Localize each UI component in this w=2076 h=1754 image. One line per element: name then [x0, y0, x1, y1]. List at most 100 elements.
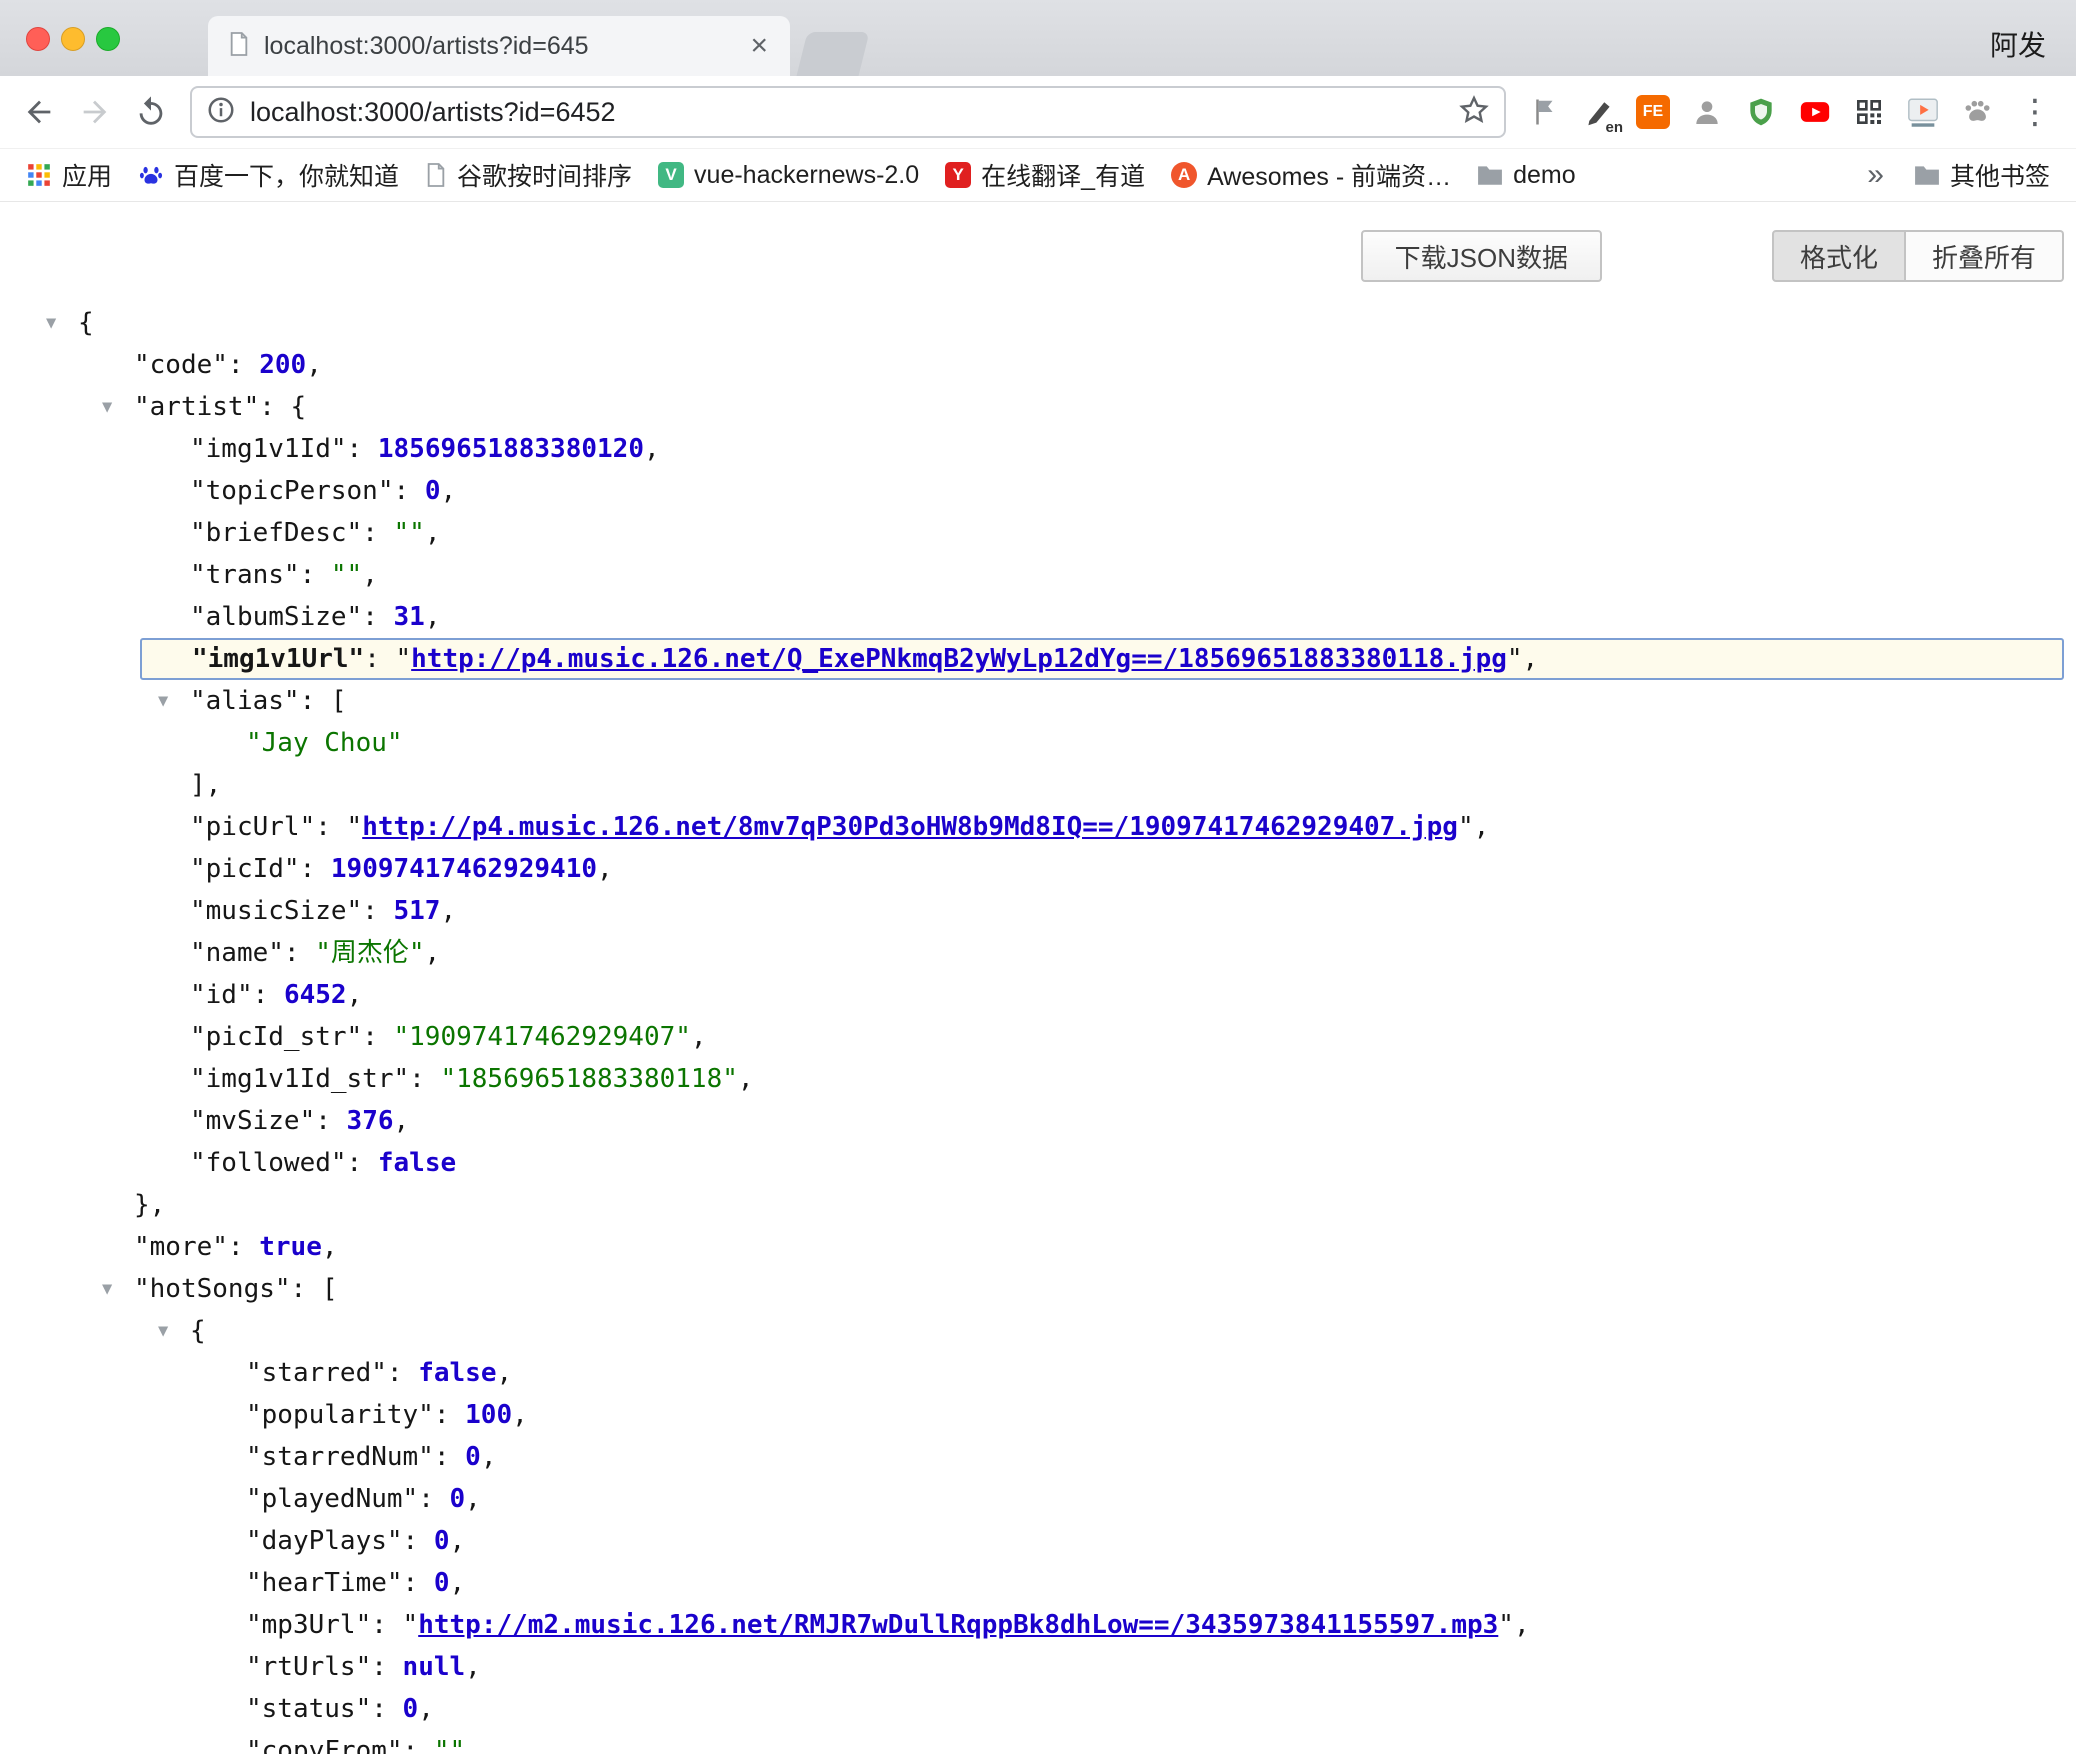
json-token-k: "picId": [190, 854, 300, 884]
json-token-k: "starred": [246, 1358, 387, 1388]
address-bar[interactable]: localhost:3000/artists?id=6452: [190, 86, 1506, 138]
other-bookmarks-folder[interactable]: 其他书签: [1904, 154, 2060, 196]
json-token-k: "mp3Url": [246, 1610, 371, 1640]
json-token-k: "hearTime": [246, 1568, 403, 1598]
person-extension-icon[interactable]: [1686, 91, 1728, 133]
shield-extension-icon[interactable]: [1740, 91, 1782, 133]
document-favicon-icon: [228, 31, 250, 62]
json-token-k: "trans": [190, 560, 300, 590]
translate-en-label: en: [1605, 119, 1623, 136]
close-window-button[interactable]: [26, 27, 50, 51]
bookmark-item[interactable]: 百度一下，你就知道: [128, 154, 409, 196]
json-token-s: "周杰伦": [315, 938, 424, 968]
json-url-link[interactable]: http://p4.music.126.net/8mv7qP30Pd3oHW8b…: [362, 812, 1458, 842]
bookmark-label: 在线翻译_有道: [981, 157, 1145, 193]
bookmark-item[interactable]: Y 在线翻译_有道: [935, 154, 1155, 196]
tab-close-icon[interactable]: ×: [748, 31, 770, 61]
json-token-k: "albumSize": [190, 602, 362, 632]
forward-button[interactable]: [70, 87, 120, 137]
flag-extension-icon[interactable]: [1524, 91, 1566, 133]
bookmark-item[interactable]: demo: [1467, 158, 1586, 193]
json-line: ▼"hotSongs": [: [0, 1268, 2076, 1310]
json-line: "mp3Url": "http://m2.music.126.net/RMJR7…: [0, 1604, 2076, 1646]
json-token-p: :: [394, 476, 425, 506]
json-line: "status": 0,: [0, 1688, 2076, 1730]
collapse-toggle-icon[interactable]: ▼: [158, 680, 168, 722]
format-button[interactable]: 格式化: [1772, 230, 1906, 282]
json-url-link[interactable]: http://m2.music.126.net/RMJR7wDullRqppBk…: [418, 1610, 1498, 1640]
traffic-lights: [26, 27, 120, 51]
bookmark-star-icon[interactable]: [1458, 94, 1490, 131]
json-token-k: "alias": [190, 686, 300, 716]
json-line: "name": "周杰伦",: [0, 932, 2076, 974]
json-token-p: ,: [394, 1106, 410, 1136]
json-line: "albumSize": 31,: [0, 596, 2076, 638]
download-json-button[interactable]: 下载JSON数据: [1361, 230, 1602, 282]
collapse-toggle-icon[interactable]: ▼: [102, 1268, 112, 1310]
bookmarks-overflow-chevron[interactable]: »: [1853, 158, 1898, 192]
json-token-p: : [: [300, 686, 347, 716]
zoom-window-button[interactable]: [96, 27, 120, 51]
browser-menu-icon[interactable]: ⋮: [2008, 92, 2062, 132]
profile-name[interactable]: 阿发: [1990, 24, 2046, 64]
bookmark-label: demo: [1513, 161, 1576, 190]
json-token-s: "Jay Chou": [246, 728, 403, 758]
json-token-n: 18569651883380120: [378, 434, 644, 464]
json-line: "img1v1Url": "http://p4.music.126.net/Q_…: [140, 638, 2064, 680]
json-token-s: "19097417462929407": [394, 1022, 691, 1052]
json-token-k: "name": [190, 938, 284, 968]
json-token-p: :: [300, 854, 331, 884]
collapse-toggle-icon[interactable]: ▼: [46, 302, 56, 344]
collapse-toggle-icon[interactable]: ▼: [102, 386, 112, 428]
bookmark-label: 谷歌按时间排序: [457, 157, 632, 193]
bookmark-item[interactable]: Vvue-hackernews-2.0: [648, 158, 929, 193]
json-line: "musicSize": 517,: [0, 890, 2076, 932]
json-token-n: 0: [434, 1568, 450, 1598]
url-host: localhost:3000: [250, 97, 424, 127]
back-button[interactable]: [14, 87, 64, 137]
json-line: "code": 200,: [0, 344, 2076, 386]
json-line: "popularity": 100,: [0, 1394, 2076, 1436]
json-token-p: {: [190, 1316, 206, 1346]
paw-extension-icon[interactable]: [1956, 91, 1998, 133]
fe-extension-icon[interactable]: FE: [1632, 91, 1674, 133]
youtube-extension-icon[interactable]: [1794, 91, 1836, 133]
browser-tab[interactable]: localhost:3000/artists?id=645 ×: [208, 16, 790, 76]
youdao-favicon-icon: Y: [945, 162, 971, 188]
json-token-s: "": [331, 560, 362, 590]
collapse-all-button[interactable]: 折叠所有: [1906, 230, 2064, 282]
json-token-p: ,: [738, 1064, 754, 1094]
url-text[interactable]: localhost:3000/artists?id=6452: [250, 97, 1444, 128]
json-token-p: :: [362, 896, 393, 926]
translate-extension-icon[interactable]: en: [1578, 91, 1620, 133]
json-token-n: 6452: [284, 980, 347, 1010]
bookmark-item[interactable]: 应用: [16, 154, 122, 196]
json-token-p: ,: [465, 1736, 481, 1754]
json-token-p: ",: [1458, 812, 1489, 842]
json-token-p: :: [362, 602, 393, 632]
collapse-toggle-icon[interactable]: ▼: [158, 1310, 168, 1352]
json-token-k: "musicSize": [190, 896, 362, 926]
json-token-p: :: [418, 1484, 449, 1514]
json-token-n: 200: [259, 350, 306, 380]
minimize-window-button[interactable]: [61, 27, 85, 51]
json-token-p: : {: [259, 392, 306, 422]
page-info-icon[interactable]: [206, 95, 236, 130]
json-token-p: ,: [425, 602, 441, 632]
json-line: "mvSize": 376,: [0, 1100, 2076, 1142]
bookmark-item[interactable]: AAwesomes - 前端资…: [1161, 154, 1461, 196]
json-token-s: "": [394, 518, 425, 548]
json-token-p: ,: [597, 854, 613, 884]
json-url-link[interactable]: http://p4.music.126.net/Q_ExePNkmqB2yWyL…: [411, 644, 1507, 674]
new-tab-button[interactable]: [797, 32, 870, 76]
json-token-p: :: [300, 560, 331, 590]
json-token-p: ",: [1507, 644, 1538, 674]
qrcode-extension-icon[interactable]: [1848, 91, 1890, 133]
bookmark-item[interactable]: 谷歌按时间排序: [415, 154, 642, 196]
player-extension-icon[interactable]: [1902, 91, 1944, 133]
json-token-n: 376: [347, 1106, 394, 1136]
json-token-k: "followed": [190, 1148, 347, 1178]
reload-button[interactable]: [126, 87, 176, 137]
bookmark-label: vue-hackernews-2.0: [694, 161, 919, 190]
extensions-area: en FE: [1520, 91, 2002, 133]
